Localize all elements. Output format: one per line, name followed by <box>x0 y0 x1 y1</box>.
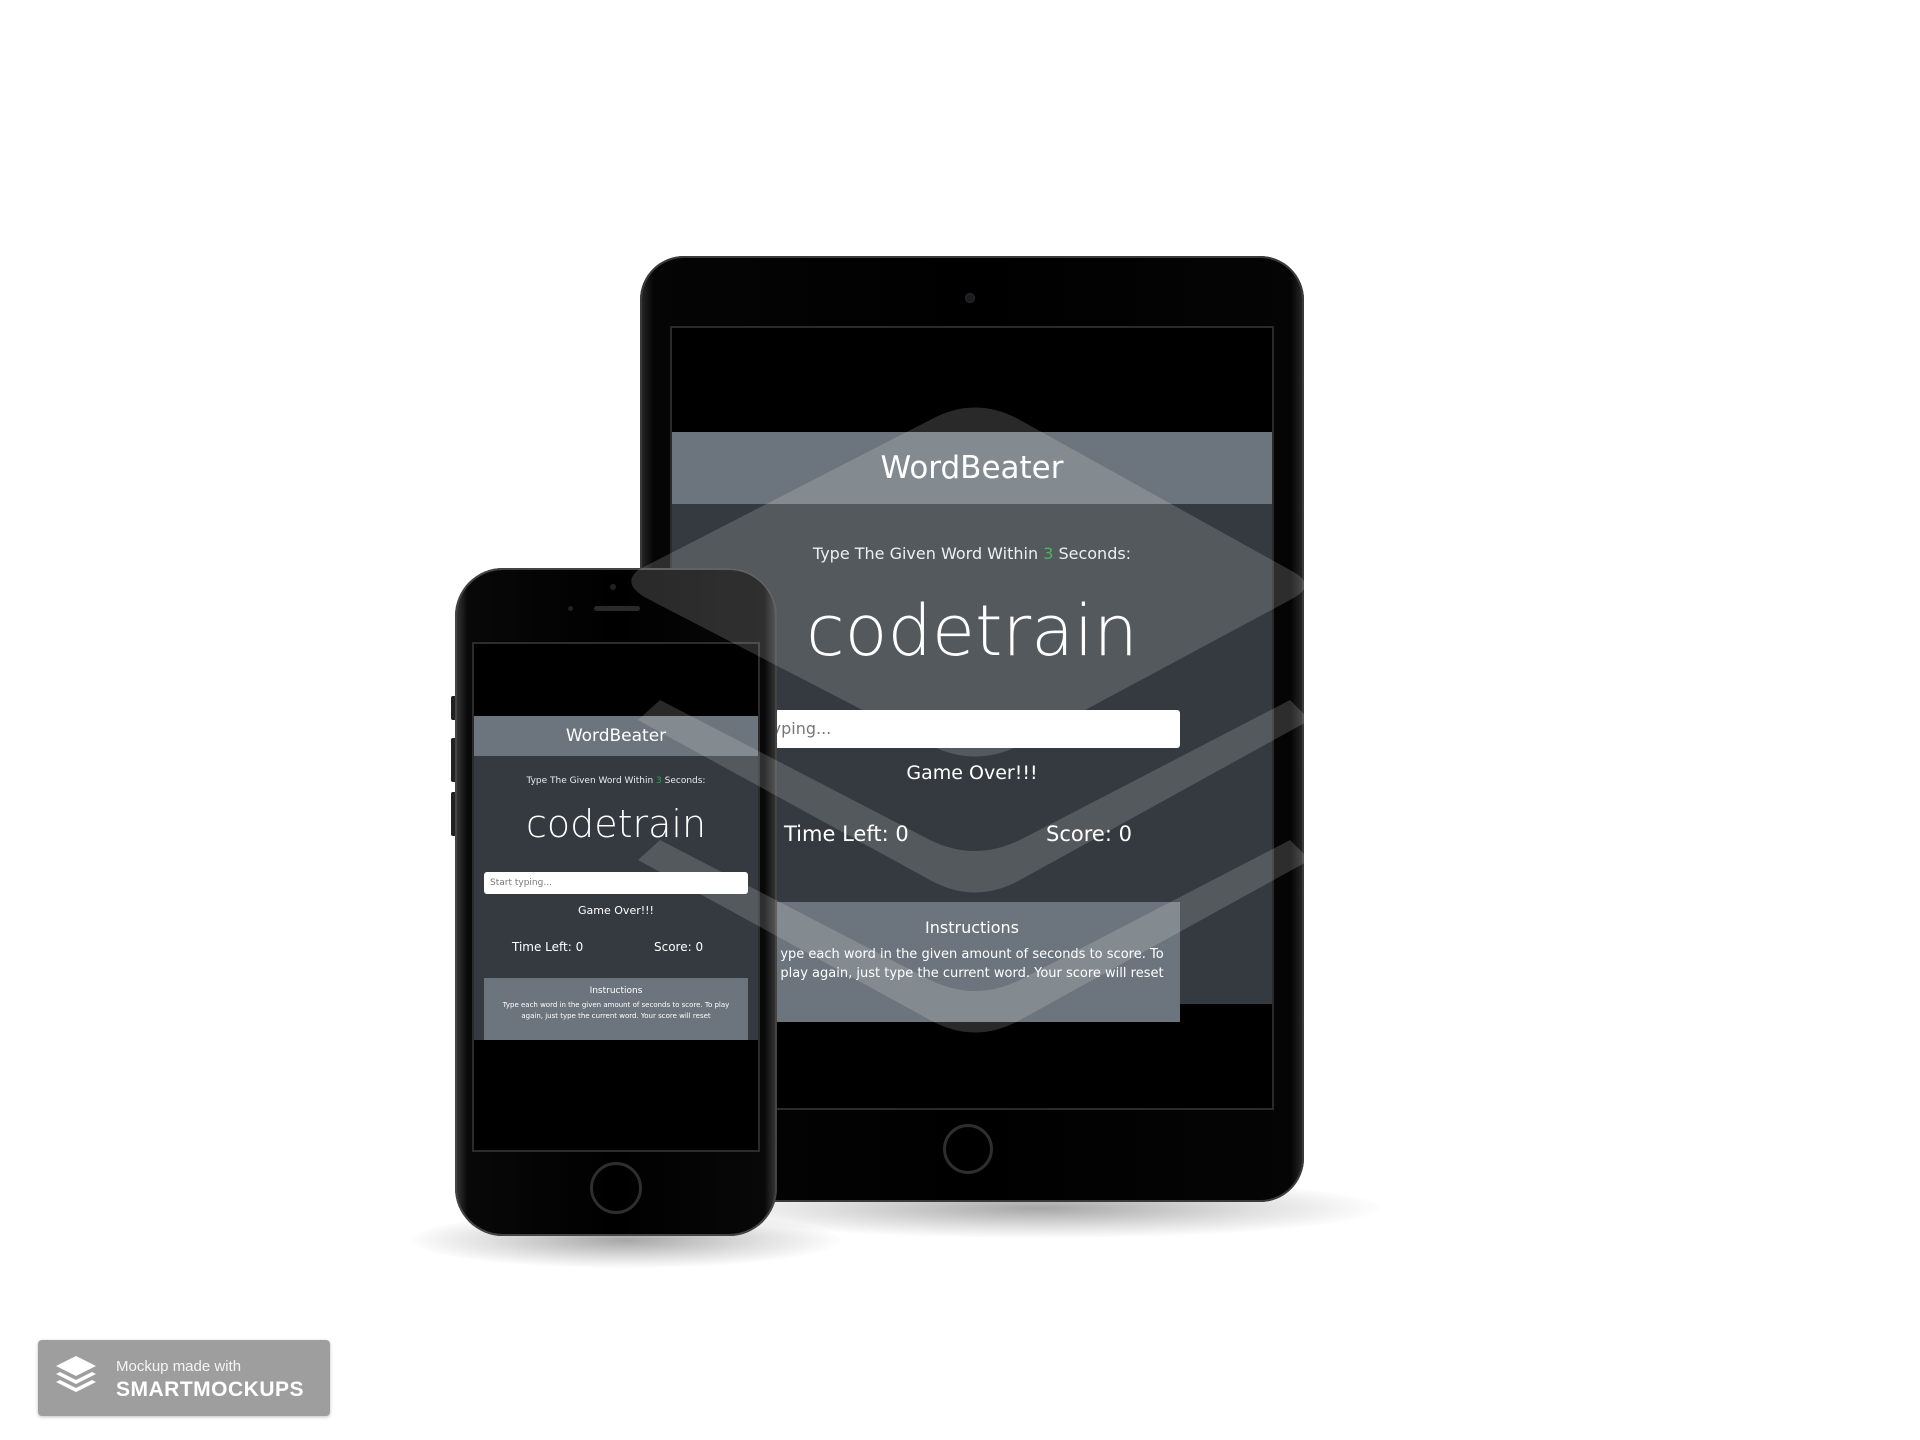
layers-logo-icon <box>56 1356 96 1392</box>
score-value: 0 <box>1118 822 1132 846</box>
instruction-prefix: Type The Given Word Within <box>812 544 1044 563</box>
instructions-title: Instructions <box>589 986 643 996</box>
instruction-prefix: Type The Given Word Within <box>526 776 657 786</box>
smartmockups-badge[interactable]: Mockup made with SMARTMOCKUPS <box>38 1340 330 1416</box>
score-label: Score: <box>654 940 696 954</box>
phone-front-camera <box>610 584 616 590</box>
word-input[interactable]: t typing... <box>764 710 1180 748</box>
score-value: 0 <box>695 940 704 954</box>
phone-app: WordBeater Type The Given Word Within 3 … <box>474 716 758 1040</box>
phone-speaker <box>594 606 640 611</box>
score: Score: 0 <box>1046 822 1132 846</box>
app-title: WordBeater <box>565 726 667 746</box>
instructions-title: Instructions <box>925 918 1019 937</box>
phone-volume-up <box>451 738 455 782</box>
time-left-value: 0 <box>575 940 584 954</box>
seconds-value: 3 <box>1043 544 1054 563</box>
game-message: Game Over!!! <box>578 904 654 917</box>
phone-volume-down <box>451 792 455 836</box>
time-left-label: Time Left: <box>512 940 576 954</box>
time-left: Time Left: 0 <box>784 822 909 846</box>
app-title: WordBeater <box>880 450 1064 486</box>
score-label: Score: <box>1046 822 1119 846</box>
instruction-line: Type The Given Word Within 3 Seconds: <box>672 544 1272 563</box>
score: Score: 0 <box>654 940 703 954</box>
phone-home-button <box>590 1162 642 1214</box>
time-left-value: 0 <box>895 822 909 846</box>
badge-line2: SMARTMOCKUPS <box>116 1378 304 1401</box>
tablet-camera <box>966 294 974 302</box>
navbar: WordBeater <box>672 432 1272 504</box>
input-placeholder: Start typing... <box>490 878 552 888</box>
tablet-home-button <box>943 1124 993 1174</box>
time-left-label: Time Left: <box>784 822 896 846</box>
instruction-suffix: Seconds: <box>661 776 706 786</box>
word-input[interactable]: Start typing... <box>484 872 748 894</box>
phone-device: WordBeater Type The Given Word Within 3 … <box>451 568 777 1236</box>
time-left: Time Left: 0 <box>512 940 583 954</box>
instruction-suffix: Seconds: <box>1053 544 1132 563</box>
navbar: WordBeater <box>474 716 758 756</box>
instruction-line: Type The Given Word Within 3 Seconds: <box>474 776 758 786</box>
badge-line1: Mockup made with <box>116 1358 242 1375</box>
phone-screen: WordBeater Type The Given Word Within 3 … <box>474 644 758 1150</box>
instructions-text: ype each word in the given amount of sec… <box>780 947 1164 981</box>
current-word: codetrain <box>525 802 707 846</box>
instructions-text: Type each word in the given amount of se… <box>502 1001 730 1020</box>
game-panel: Type The Given Word Within 3 Seconds: co… <box>474 756 758 1040</box>
phone-sensor <box>568 606 573 611</box>
phone-mute-switch <box>451 696 455 720</box>
instructions-card: Instructions ype each word in the given … <box>764 902 1180 1022</box>
instructions-card: Instructions Type each word in the given… <box>484 978 748 1040</box>
